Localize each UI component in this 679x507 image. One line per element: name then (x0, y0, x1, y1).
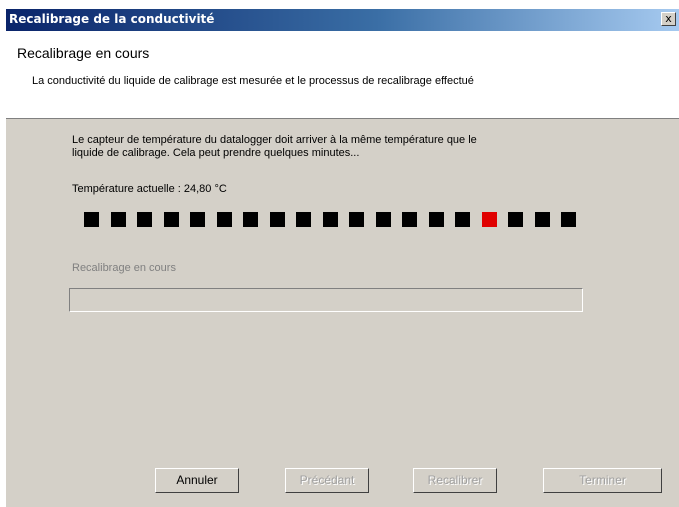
indicator-square-active (482, 212, 497, 227)
indicator-square (455, 212, 470, 227)
indicator-square (270, 212, 285, 227)
progress-bar (69, 288, 583, 312)
instruction-text: Le capteur de température du datalogger … (72, 134, 592, 160)
finish-button[interactable]: Terminer (543, 468, 662, 493)
close-icon: x (665, 12, 672, 25)
indicator-square (190, 212, 205, 227)
indicator-square (217, 212, 232, 227)
instruction-line-2: liquide de calibrage. Cela peut prendre … (72, 147, 360, 159)
wizard-header: Recalibrage en cours La conductivité du … (6, 31, 679, 119)
previous-button[interactable]: Précédant (285, 468, 369, 493)
indicator-square (561, 212, 576, 227)
indicator-square (508, 212, 523, 227)
indicator-square (402, 212, 417, 227)
close-button[interactable]: x (661, 12, 676, 26)
indicator-square (376, 212, 391, 227)
recalibrate-button[interactable]: Recalibrer (413, 468, 497, 493)
current-temperature: Température actuelle : 24,80 °C (72, 183, 227, 195)
instruction-line-1: Le capteur de température du datalogger … (72, 134, 477, 146)
indicator-square (296, 212, 311, 227)
indicator-square (84, 212, 99, 227)
recalibration-dialog: Recalibrage de la conductivité x Recalib… (6, 9, 679, 507)
progress-label: Recalibrage en cours (72, 262, 176, 274)
indicator-square (164, 212, 179, 227)
window-title: Recalibrage de la conductivité (9, 12, 215, 26)
title-bar[interactable]: Recalibrage de la conductivité x (6, 9, 679, 31)
indicator-square (429, 212, 444, 227)
page-subtitle: La conductivité du liquide de calibrage … (32, 75, 474, 87)
cancel-button[interactable]: Annuler (155, 468, 239, 493)
page-title: Recalibrage en cours (17, 45, 150, 61)
indicator-square (137, 212, 152, 227)
indicator-square (535, 212, 550, 227)
indicator-square (111, 212, 126, 227)
indicator-square (349, 212, 364, 227)
indicator-square (323, 212, 338, 227)
indicator-square (243, 212, 258, 227)
